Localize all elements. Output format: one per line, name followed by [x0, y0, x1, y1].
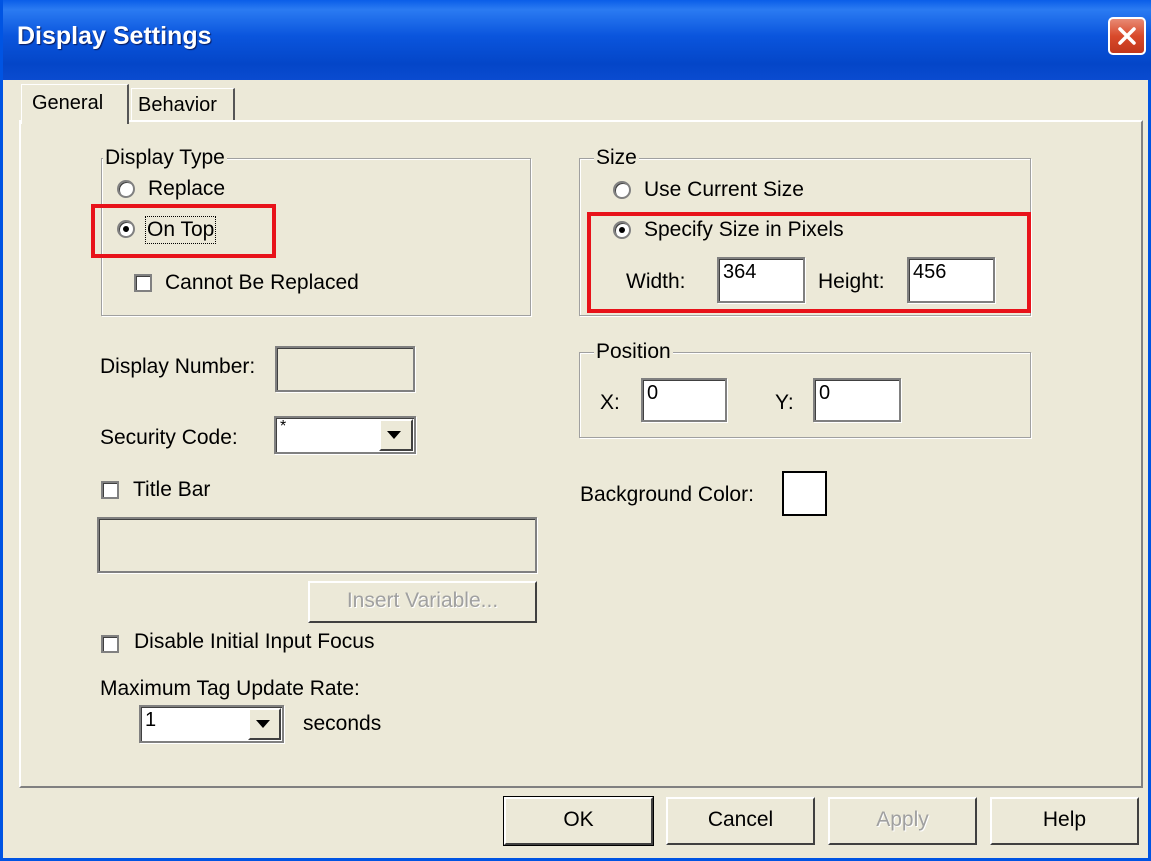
- on-top-radio[interactable]: [117, 220, 135, 238]
- position-legend: Position: [594, 340, 673, 364]
- background-color-swatch[interactable]: [782, 471, 827, 516]
- close-button[interactable]: [1108, 17, 1146, 55]
- specify-size-label[interactable]: Specify Size in Pixels: [644, 218, 844, 242]
- update-rate-label: Maximum Tag Update Rate:: [100, 677, 360, 700]
- replace-label[interactable]: Replace: [148, 177, 225, 201]
- tab-general[interactable]: General: [21, 84, 129, 124]
- cannot-be-replaced-checkbox[interactable]: [134, 274, 152, 292]
- radio-selected-dot: [619, 227, 625, 233]
- disable-focus-checkbox[interactable]: [101, 635, 119, 653]
- ok-button[interactable]: OK: [503, 796, 654, 846]
- help-button[interactable]: Help: [990, 797, 1139, 845]
- display-number-label: Display Number:: [100, 355, 256, 378]
- on-top-label[interactable]: On Top: [144, 216, 217, 244]
- radio-selected-dot: [123, 226, 129, 232]
- security-code-value: *: [280, 418, 287, 435]
- chevron-down-icon: [387, 431, 401, 439]
- width-input[interactable]: 364: [717, 257, 805, 303]
- close-icon: [1118, 27, 1136, 45]
- security-code-label: Security Code:: [100, 426, 238, 449]
- replace-radio[interactable]: [117, 180, 135, 198]
- display-settings-dialog: Display Settings General Behavior Displa…: [0, 0, 1151, 861]
- use-current-size-label[interactable]: Use Current Size: [644, 178, 804, 202]
- tab-behavior[interactable]: Behavior: [131, 88, 235, 122]
- height-input[interactable]: 456: [907, 257, 995, 303]
- x-label: X:: [600, 391, 620, 414]
- display-type-legend: Display Type: [103, 146, 227, 170]
- use-current-size-radio[interactable]: [613, 181, 631, 199]
- cannot-be-replaced-label[interactable]: Cannot Be Replaced: [165, 271, 359, 295]
- y-input[interactable]: 0: [813, 378, 901, 422]
- update-rate-value: 1: [145, 709, 157, 731]
- title-bar-text-field[interactable]: [97, 517, 537, 573]
- disable-focus-label[interactable]: Disable Initial Input Focus: [134, 630, 374, 654]
- background-color-label: Background Color:: [580, 483, 754, 506]
- security-code-dropdown-button[interactable]: [379, 419, 413, 451]
- x-input[interactable]: 0: [641, 378, 727, 422]
- apply-button[interactable]: Apply: [828, 797, 977, 845]
- height-label: Height:: [818, 270, 885, 293]
- width-label: Width:: [626, 270, 686, 293]
- window-title: Display Settings: [17, 22, 212, 50]
- cancel-button[interactable]: Cancel: [666, 797, 815, 845]
- title-bar-checkbox[interactable]: [101, 481, 119, 499]
- tab-general-label: General: [32, 92, 104, 114]
- title-bar-label[interactable]: Title Bar: [133, 478, 210, 502]
- size-legend: Size: [594, 146, 639, 170]
- title-bar[interactable]: Display Settings: [3, 0, 1151, 80]
- display-number-field[interactable]: [275, 346, 415, 392]
- update-rate-unit: seconds: [303, 712, 382, 735]
- tab-behavior-label: Behavior: [138, 94, 217, 116]
- insert-variable-button[interactable]: Insert Variable...: [308, 581, 537, 623]
- chevron-down-icon: [256, 720, 270, 728]
- update-rate-dropdown-button[interactable]: [248, 708, 281, 740]
- y-label: Y:: [775, 391, 794, 414]
- specify-size-radio[interactable]: [613, 221, 631, 239]
